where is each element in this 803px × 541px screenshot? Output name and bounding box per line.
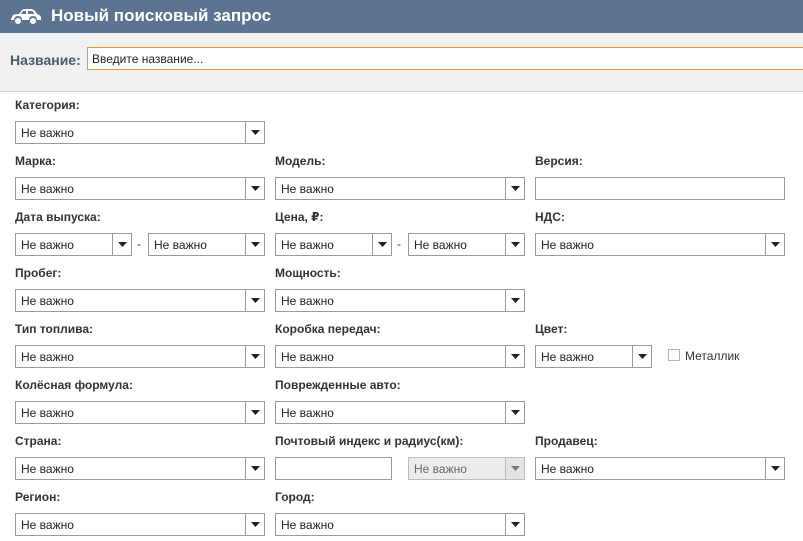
region-label: Регион: (15, 490, 61, 504)
chevron-down-icon[interactable] (245, 234, 264, 255)
range-separator: - (397, 237, 401, 251)
chevron-down-icon[interactable] (245, 122, 264, 143)
reg-date-label: Дата выпуска: (15, 210, 101, 224)
chevron-down-icon[interactable] (245, 346, 264, 367)
damaged-label: Поврежденные авто: (275, 378, 401, 392)
region-select[interactable]: Не важно (15, 513, 265, 536)
chevron-down-icon (505, 458, 524, 479)
make-label: Марка: (15, 154, 56, 168)
metallic-checkbox[interactable] (668, 349, 680, 361)
color-select[interactable]: Не важно (535, 345, 652, 368)
chevron-down-icon[interactable] (505, 234, 524, 255)
make-value: Не важно (21, 182, 74, 196)
price-to-value: Не важно (414, 238, 467, 252)
chevron-down-icon[interactable] (505, 178, 524, 199)
price-label: Цена, ₽: (275, 210, 324, 224)
reg-date-from-select[interactable]: Не важно (15, 233, 132, 256)
zip-input[interactable] (275, 457, 392, 480)
postal-label: Почтовый индекс и радиус(км): (275, 434, 464, 448)
radius-value: Не важно (414, 462, 467, 476)
chevron-down-icon[interactable] (505, 402, 524, 423)
model-label: Модель: (275, 154, 326, 168)
metallic-label: Металлик (685, 349, 740, 363)
mileage-label: Пробег: (15, 266, 62, 280)
title-bar: Новый поисковый запрос (0, 0, 803, 33)
country-value: Не важно (21, 462, 74, 476)
chevron-down-icon[interactable] (765, 458, 784, 479)
price-from-select[interactable]: Не важно (275, 233, 392, 256)
gearbox-select[interactable]: Не важно (275, 345, 525, 368)
chevron-down-icon[interactable] (245, 458, 264, 479)
chevron-down-icon[interactable] (632, 346, 651, 367)
fuel-select[interactable]: Не важно (15, 345, 265, 368)
chevron-down-icon[interactable] (505, 346, 524, 367)
chevron-down-icon[interactable] (245, 514, 264, 535)
chevron-down-icon[interactable] (112, 234, 131, 255)
chevron-down-icon[interactable] (505, 514, 524, 535)
color-label: Цвет: (535, 322, 568, 336)
chevron-down-icon[interactable] (372, 234, 391, 255)
seller-select[interactable]: Не важно (535, 457, 785, 480)
fuel-label: Тип топлива: (15, 322, 94, 336)
region-value: Не важно (21, 518, 74, 532)
city-value: Не важно (281, 518, 334, 532)
country-label: Страна: (15, 434, 62, 448)
country-select[interactable]: Не важно (15, 457, 265, 480)
chevron-down-icon[interactable] (245, 402, 264, 423)
radius-select: Не важно (408, 457, 525, 480)
power-value: Не важно (281, 294, 334, 308)
range-separator: - (137, 237, 141, 251)
category-value: Не важно (21, 126, 74, 140)
category-label: Категория: (15, 98, 80, 112)
vat-label: НДС: (535, 210, 565, 224)
chevron-down-icon[interactable] (505, 290, 524, 311)
vat-select[interactable]: Не важно (535, 233, 785, 256)
reg-date-to-select[interactable]: Не важно (148, 233, 265, 256)
seller-label: Продавец: (535, 434, 598, 448)
city-select[interactable]: Не важно (275, 513, 525, 536)
color-value: Не важно (541, 350, 594, 364)
make-select[interactable]: Не важно (15, 177, 265, 200)
city-label: Город: (275, 490, 315, 504)
mileage-select[interactable]: Не важно (15, 289, 265, 312)
power-select[interactable]: Не важно (275, 289, 525, 312)
reg-date-to-value: Не важно (154, 238, 207, 252)
model-select[interactable]: Не важно (275, 177, 525, 200)
version-label: Версия: (535, 154, 583, 168)
seller-value: Не важно (541, 462, 594, 476)
price-to-select[interactable]: Не важно (408, 233, 525, 256)
power-label: Мощность: (275, 266, 341, 280)
wheel-formula-select[interactable]: Не важно (15, 401, 265, 424)
damaged-select[interactable]: Не важно (275, 401, 525, 424)
chevron-down-icon[interactable] (245, 178, 264, 199)
reg-date-from-value: Не важно (21, 238, 74, 252)
wheel-formula-value: Не важно (21, 406, 74, 420)
wheel-formula-label: Колёсная формула: (15, 378, 133, 392)
page-title: Новый поисковый запрос (51, 6, 272, 25)
name-label: Название: (10, 52, 81, 68)
chevron-down-icon[interactable] (765, 234, 784, 255)
gearbox-label: Коробка передач: (275, 322, 381, 336)
gearbox-value: Не важно (281, 350, 334, 364)
name-input[interactable] (87, 47, 803, 70)
vat-value: Не важно (541, 238, 594, 252)
car-icon (9, 8, 42, 26)
category-select[interactable]: Не важно (15, 121, 265, 144)
model-value: Не важно (281, 182, 334, 196)
price-from-value: Не важно (281, 238, 334, 252)
mileage-value: Не важно (21, 294, 74, 308)
name-row: Название: (0, 33, 803, 92)
chevron-down-icon[interactable] (245, 290, 264, 311)
damaged-value: Не важно (281, 406, 334, 420)
version-input[interactable] (535, 177, 785, 200)
fuel-value: Не важно (21, 350, 74, 364)
